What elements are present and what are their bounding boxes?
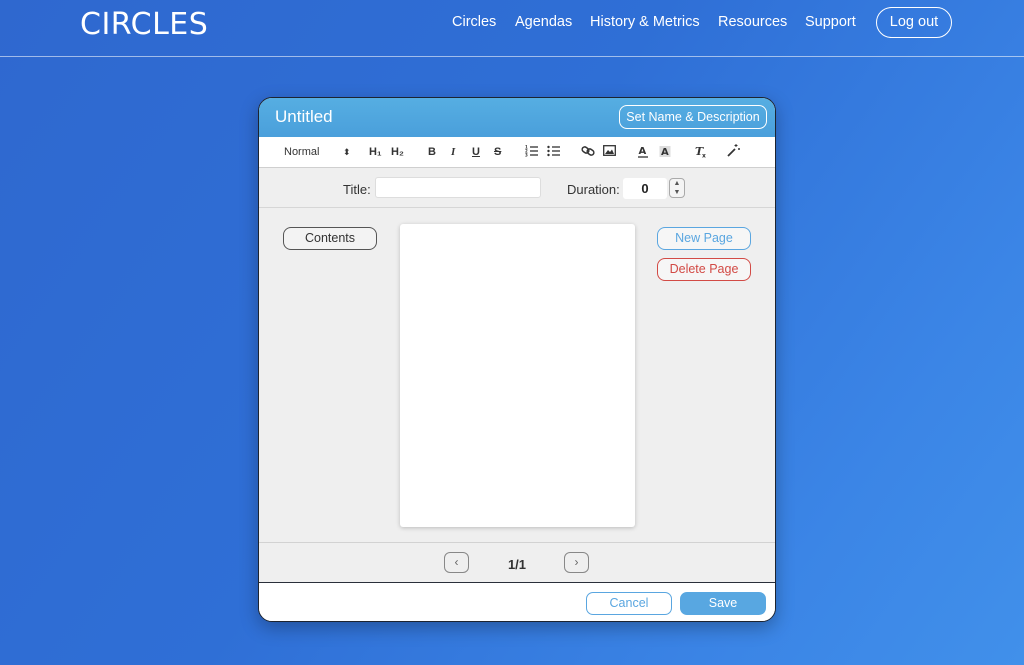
stepper-up-icon[interactable]: ▲ bbox=[670, 179, 684, 188]
nav-agendas[interactable]: Agendas bbox=[515, 14, 572, 30]
page-editor-canvas[interactable] bbox=[400, 224, 635, 527]
top-navigation-bar: CIRCLES Circles Agendas History & Metric… bbox=[0, 0, 1024, 57]
title-input[interactable] bbox=[375, 177, 541, 198]
duration-stepper[interactable]: ▲ ▼ bbox=[669, 178, 685, 198]
chevron-right-icon: › bbox=[574, 555, 579, 569]
chevron-left-icon: ‹ bbox=[454, 555, 459, 569]
nav-resources[interactable]: Resources bbox=[718, 14, 787, 30]
bold-button[interactable]: B bbox=[428, 145, 436, 159]
stepper-down-icon[interactable]: ▼ bbox=[670, 188, 684, 197]
background-color-icon[interactable]: A bbox=[659, 145, 671, 159]
previous-page-button[interactable]: ‹ bbox=[444, 552, 469, 573]
bullet-list-icon[interactable] bbox=[547, 145, 561, 159]
cancel-button[interactable]: Cancel bbox=[586, 592, 672, 615]
svg-text:3: 3 bbox=[525, 153, 528, 158]
modal-title: Untitled bbox=[275, 107, 333, 126]
duration-input[interactable]: 0 bbox=[623, 178, 667, 199]
svg-text:x: x bbox=[702, 153, 706, 159]
strikethrough-button[interactable]: S bbox=[494, 145, 501, 159]
contents-button[interactable]: Contents bbox=[283, 227, 377, 250]
svg-text:A: A bbox=[639, 146, 647, 157]
link-icon[interactable] bbox=[581, 145, 595, 159]
agenda-fields: Title: Duration: 0 ▲ ▼ bbox=[259, 168, 775, 208]
next-page-button[interactable]: › bbox=[564, 552, 589, 573]
modal-footer: Cancel Save bbox=[259, 582, 775, 621]
magic-wand-icon[interactable] bbox=[726, 143, 740, 157]
set-name-description-button[interactable]: Set Name & Description bbox=[619, 105, 767, 129]
agenda-editor-modal: Untitled Set Name & Description Normal ⬍… bbox=[258, 97, 776, 622]
format-select-arrows-icon[interactable]: ⬍ bbox=[343, 145, 351, 159]
underline-button[interactable]: U bbox=[472, 145, 480, 159]
page-navigator: ‹ 1/1 › bbox=[259, 542, 775, 582]
clear-format-icon[interactable]: Tx bbox=[694, 145, 707, 159]
font-color-icon[interactable]: A bbox=[637, 145, 649, 159]
main-nav: Circles Agendas History & Metrics Resour… bbox=[0, 0, 1024, 45]
image-icon[interactable] bbox=[603, 145, 616, 159]
nav-circles[interactable]: Circles bbox=[452, 14, 496, 30]
duration-label: Duration: bbox=[567, 182, 620, 197]
format-select[interactable]: Normal bbox=[284, 145, 319, 159]
title-label: Title: bbox=[343, 182, 371, 197]
italic-button[interactable]: I bbox=[451, 145, 455, 159]
ordered-list-icon[interactable]: 123 bbox=[525, 145, 539, 159]
delete-page-button[interactable]: Delete Page bbox=[657, 258, 751, 281]
heading-1-button[interactable]: H₁ bbox=[369, 145, 382, 159]
logout-button[interactable]: Log out bbox=[876, 7, 952, 38]
nav-support[interactable]: Support bbox=[805, 14, 856, 30]
page-count: 1/1 bbox=[507, 557, 527, 572]
heading-2-button[interactable]: H₂ bbox=[391, 145, 404, 159]
rich-text-toolbar: Normal ⬍ H₁ H₂ B I U S 123 A A Tx bbox=[259, 137, 775, 168]
modal-header: Untitled Set Name & Description bbox=[259, 98, 775, 137]
svg-text:A: A bbox=[661, 147, 669, 158]
save-button[interactable]: Save bbox=[680, 592, 766, 615]
nav-history-metrics[interactable]: History & Metrics bbox=[590, 14, 700, 30]
new-page-button[interactable]: New Page bbox=[657, 227, 751, 250]
